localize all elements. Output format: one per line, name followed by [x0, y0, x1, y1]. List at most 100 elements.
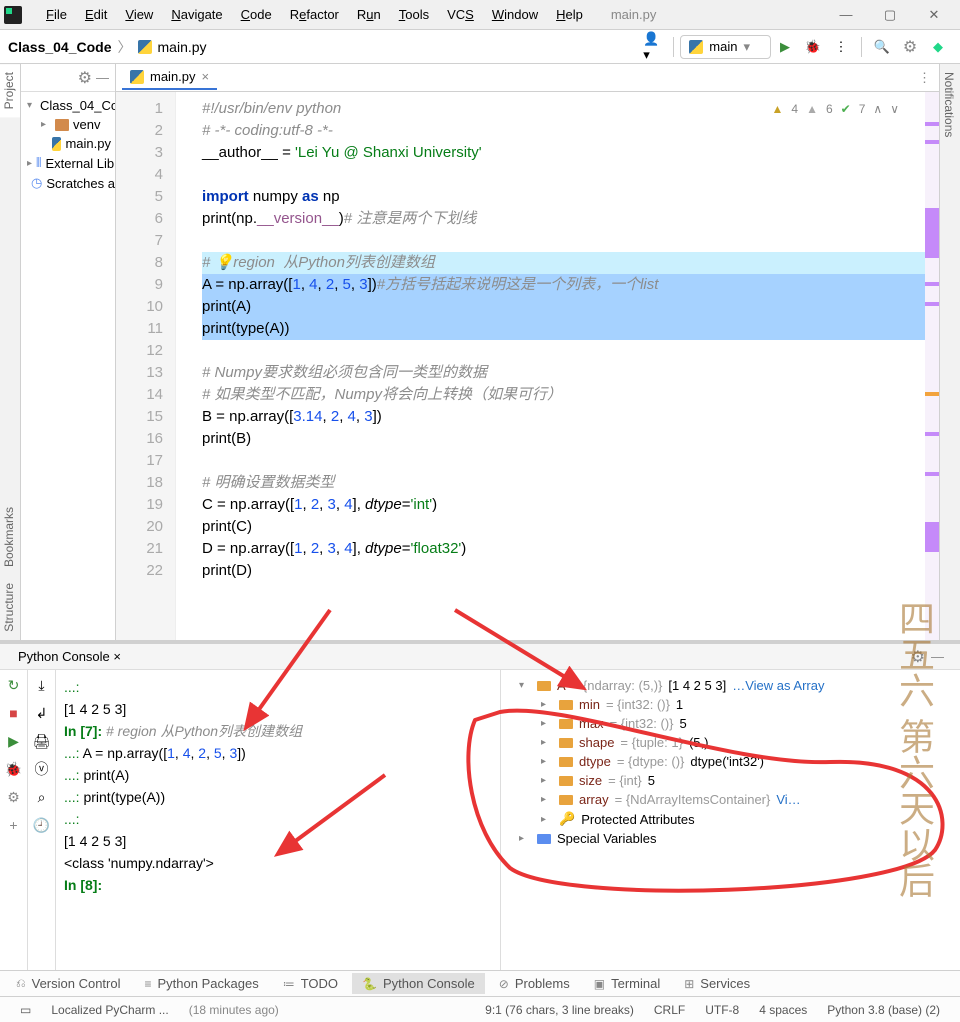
status-interpreter[interactable]: Python 3.8 (base) (2)	[817, 1003, 950, 1017]
python-file-icon	[138, 40, 152, 54]
settings-icon2[interactable]: ⚙	[5, 788, 23, 806]
view-as-array-link[interactable]: …View as Array	[732, 678, 824, 693]
status-indent[interactable]: 4 spaces	[749, 1003, 817, 1017]
more-run-button[interactable]: ⋮	[831, 37, 851, 57]
tree-item[interactable]: ▸venv	[21, 115, 115, 134]
editor-gutter[interactable]: 12345678910111213141516171819202122	[116, 92, 176, 640]
main-menu: FileEditViewNavigateCodeRefactorRunTools…	[38, 3, 591, 26]
status-position[interactable]: 9:1 (76 chars, 3 line breaks)	[475, 1003, 644, 1017]
execute-icon[interactable]: ▶	[5, 732, 23, 750]
tree-item[interactable]: ◷Scratches and Consoles	[21, 173, 115, 193]
menu-vcs[interactable]: VCS	[439, 3, 482, 26]
tool-problems[interactable]: ⊘Problems	[489, 973, 580, 994]
editor-tab-main[interactable]: main.py ×	[122, 65, 217, 90]
tool-python-packages[interactable]: ≡Python Packages	[135, 973, 269, 994]
chevron-down-icon: ▾	[743, 39, 750, 55]
status-left-icon[interactable]: ▭	[10, 1003, 41, 1017]
browse-icon[interactable]: ⌕	[33, 788, 51, 806]
menu-file[interactable]: File	[38, 3, 75, 26]
tool-services[interactable]: ⊞Services	[674, 973, 760, 994]
soft-wrap-icon[interactable]: ↲	[33, 704, 51, 722]
bookmarks-tool-tab[interactable]: Bookmarks	[0, 499, 20, 575]
python-console-panel: Python Console × ⚙ — ↻ ■ ▶ 🐞 ⚙ + ⤓ ↲ 🖨 ⓥ…	[0, 640, 960, 970]
debug-button[interactable]: 🐞	[803, 37, 823, 57]
breadcrumb-file[interactable]: main.py	[158, 39, 207, 55]
scroll-end-icon[interactable]: ⤓	[33, 676, 51, 694]
console-left-toolbar: ↻ ■ ▶ 🐞 ⚙ +	[0, 670, 28, 970]
rerun-icon[interactable]: ↻	[5, 676, 23, 694]
maximize-button[interactable]: ▢	[868, 0, 912, 30]
close-button[interactable]: ✕	[912, 0, 956, 30]
error-stripe[interactable]	[925, 92, 939, 640]
navigation-bar: Class_04_Code 〉 main.py 👤▾ main ▾ ▶ 🐞 ⋮ …	[0, 30, 960, 64]
warning-count: 4	[791, 98, 798, 120]
variables-view[interactable]: ▾ A = {ndarray: (5,)} [1 4 2 5 3] …View …	[500, 670, 960, 970]
window-controls: — ▢ ✕	[824, 0, 956, 30]
menu-navigate[interactable]: Navigate	[163, 3, 230, 26]
tree-item[interactable]: ▸⫴External Libraries	[21, 153, 115, 173]
close-tab-icon[interactable]: ×	[202, 69, 210, 84]
console-output[interactable]: ...: [1 4 2 5 3]In [7]: # region 从Python…	[56, 670, 500, 970]
tree-item[interactable]: main.py	[21, 134, 115, 153]
tree-item[interactable]: ▾Class_04_Code	[21, 96, 115, 115]
var-shape[interactable]: ▸ shape = {tuple: 1} (5,)	[509, 733, 952, 752]
notifications-tab[interactable]: Notifications	[940, 64, 958, 145]
status-encoding[interactable]: UTF-8	[695, 1003, 749, 1017]
menu-code[interactable]: Code	[233, 3, 280, 26]
minimize-button[interactable]: —	[824, 0, 868, 30]
debug-icon[interactable]: 🐞	[5, 760, 23, 778]
weak-warning-count: 6	[826, 98, 833, 120]
project-tool-tab[interactable]: Project	[0, 64, 20, 117]
var-array[interactable]: ▸ array = {NdArrayItemsContainer} Vi…	[509, 790, 952, 809]
settings-button[interactable]: ⚙	[900, 37, 920, 57]
tool-todo[interactable]: ≔TODO	[273, 973, 348, 994]
console-settings-icon[interactable]: ⚙	[911, 647, 925, 667]
app-icon	[4, 6, 22, 24]
var-min[interactable]: ▸ min = {int32: ()} 1	[509, 695, 952, 714]
menu-window[interactable]: Window	[484, 3, 546, 26]
special-vars[interactable]: ▸ Special Variables	[509, 829, 952, 848]
python-icon	[689, 40, 703, 54]
vars-icon[interactable]: ⓥ	[33, 760, 51, 778]
menu-refactor[interactable]: Refactor	[282, 3, 347, 26]
fold-column[interactable]	[176, 92, 196, 640]
structure-tool-tab[interactable]: Structure	[0, 575, 20, 640]
tool-python-console[interactable]: 🐍Python Console	[352, 973, 485, 994]
menu-tools[interactable]: Tools	[391, 3, 437, 26]
tool-terminal[interactable]: ▣Terminal	[584, 973, 670, 994]
new-console-icon[interactable]: +	[5, 816, 23, 834]
stop-icon[interactable]: ■	[5, 704, 23, 722]
status-eol[interactable]: CRLF	[644, 1003, 695, 1017]
menu-help[interactable]: Help	[548, 3, 591, 26]
menu-edit[interactable]: Edit	[77, 3, 115, 26]
menu-view[interactable]: View	[117, 3, 161, 26]
right-tool-strip: Notifications	[939, 64, 960, 640]
status-bar: ▭ Localized PyCharm ... (18 minutes ago)…	[0, 996, 960, 1022]
jetbrains-icon[interactable]: ◆	[928, 37, 948, 57]
history-icon[interactable]: 🕘	[33, 816, 51, 834]
breadcrumb-project[interactable]: Class_04_Code	[8, 39, 112, 55]
var-max[interactable]: ▸ max = {int32: ()} 5	[509, 714, 952, 733]
tree-settings-icon[interactable]: ⚙	[78, 68, 92, 88]
breadcrumb[interactable]: Class_04_Code 〉 main.py	[8, 37, 207, 57]
console-hide-icon[interactable]: —	[925, 649, 950, 664]
run-button[interactable]: ▶	[775, 37, 795, 57]
python-file-icon	[130, 70, 144, 84]
status-message[interactable]: Localized PyCharm ...	[41, 1003, 178, 1017]
run-config-selector[interactable]: main ▾	[680, 35, 771, 59]
editor-more-icon[interactable]: ⋮	[910, 70, 939, 86]
var-root[interactable]: ▾ A = {ndarray: (5,)} [1 4 2 5 3] …View …	[509, 676, 952, 695]
tool-version-control[interactable]: ⎌Version Control	[6, 973, 131, 994]
menu-run[interactable]: Run	[349, 3, 389, 26]
console-tab[interactable]: Python Console ×	[10, 645, 129, 668]
inspection-badges[interactable]: ▲4 ▲6 ✔7 ∧∨	[772, 98, 900, 120]
var-dtype[interactable]: ▸ dtype = {dtype: ()} dtype('int32')	[509, 752, 952, 771]
project-tree-body[interactable]: ▾Class_04_Code▸venvmain.py▸⫴External Lib…	[21, 92, 115, 197]
code-area[interactable]: ▲4 ▲6 ✔7 ∧∨ #!/usr/bin/env python# -*- c…	[196, 92, 939, 640]
protected-attrs[interactable]: ▸🔑 Protected Attributes	[509, 809, 952, 829]
var-size[interactable]: ▸ size = {int} 5	[509, 771, 952, 790]
user-icon[interactable]: 👤▾	[643, 37, 663, 57]
search-button[interactable]: 🔍	[872, 37, 892, 57]
tree-hide-icon[interactable]: —	[96, 70, 109, 85]
print-icon[interactable]: 🖨	[33, 732, 51, 750]
